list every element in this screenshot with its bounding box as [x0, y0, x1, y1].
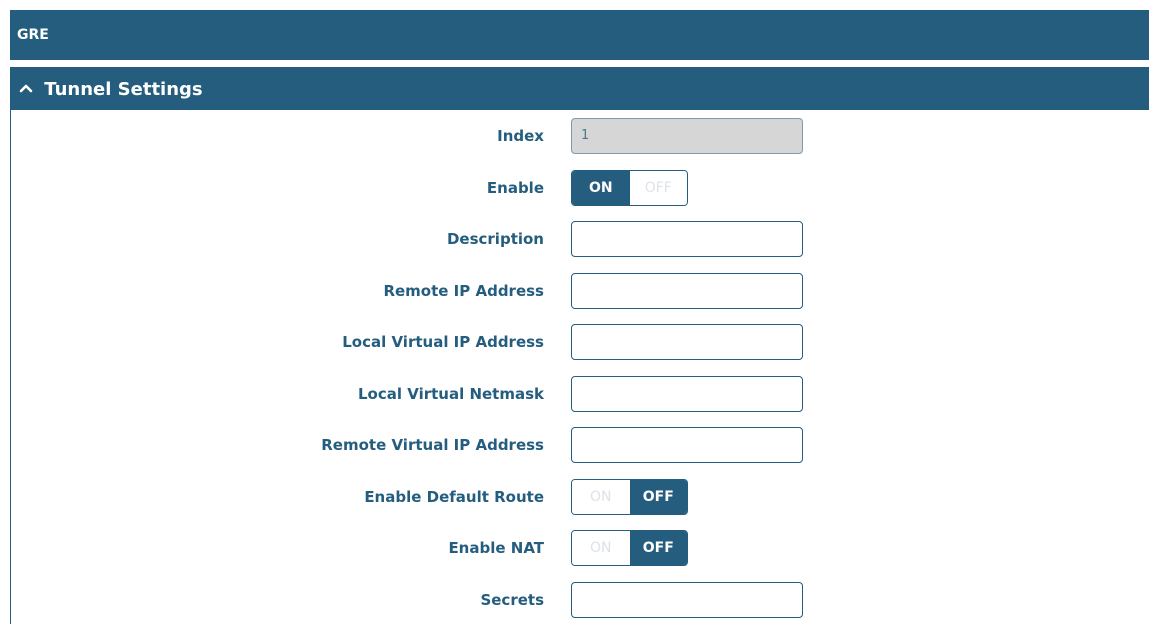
index-field: 1 — [571, 118, 803, 154]
chevron-up-icon — [19, 84, 33, 93]
enable-label: Enable — [486, 179, 544, 197]
local-virtual-netmask-row: Local Virtual Netmask — [11, 374, 1149, 414]
enable-nat-row: Enable NAT ON OFF — [11, 528, 1149, 568]
enable-nat-toggle[interactable]: ON OFF — [571, 530, 688, 566]
remote-ip-row: Remote IP Address — [11, 271, 1149, 311]
enable-nat-toggle-off[interactable]: OFF — [629, 531, 687, 565]
index-label: Index — [497, 127, 544, 145]
secrets-field[interactable] — [571, 582, 803, 618]
remote-ip-label: Remote IP Address — [383, 282, 544, 300]
enable-row: Enable ON OFF — [11, 168, 1149, 208]
enable-default-route-toggle[interactable]: ON OFF — [571, 479, 688, 515]
enable-nat-toggle-on[interactable]: ON — [572, 531, 630, 565]
local-virtual-ip-row: Local Virtual IP Address — [11, 322, 1149, 362]
remote-virtual-ip-label: Remote Virtual IP Address — [321, 436, 544, 454]
description-row: Description — [11, 219, 1149, 259]
enable-nat-label: Enable NAT — [448, 539, 544, 557]
remote-virtual-ip-row: Remote Virtual IP Address — [11, 425, 1149, 465]
description-label: Description — [446, 230, 544, 248]
local-virtual-netmask-field[interactable] — [571, 376, 803, 412]
description-field[interactable] — [571, 221, 803, 257]
enable-toggle-off[interactable]: OFF — [629, 171, 687, 205]
enable-toggle[interactable]: ON OFF — [571, 170, 688, 206]
secrets-row: Secrets — [11, 580, 1149, 620]
enable-default-route-toggle-off[interactable]: OFF — [629, 480, 687, 514]
index-row: Index 1 — [11, 116, 1149, 156]
gre-page: GRE Tunnel Settings Index 1 Enable ON OF… — [0, 0, 1149, 624]
local-virtual-ip-label: Local Virtual IP Address — [342, 333, 544, 351]
tunnel-settings-section: Tunnel Settings Index 1 Enable ON OFF De… — [10, 67, 1149, 624]
enable-default-route-row: Enable Default Route ON OFF — [11, 477, 1149, 517]
secrets-label: Secrets — [480, 591, 544, 609]
local-virtual-netmask-label: Local Virtual Netmask — [357, 385, 544, 403]
page-title: GRE — [17, 27, 49, 43]
section-title: Tunnel Settings — [44, 79, 203, 100]
page-header: GRE — [10, 10, 1149, 60]
local-virtual-ip-field[interactable] — [571, 324, 803, 360]
enable-default-route-label: Enable Default Route — [364, 488, 544, 506]
enable-default-route-toggle-on[interactable]: ON — [572, 480, 630, 514]
remote-ip-field[interactable] — [571, 273, 803, 309]
enable-toggle-on[interactable]: ON — [572, 171, 630, 205]
remote-virtual-ip-field[interactable] — [571, 427, 803, 463]
tunnel-settings-header[interactable]: Tunnel Settings — [10, 67, 1149, 110]
